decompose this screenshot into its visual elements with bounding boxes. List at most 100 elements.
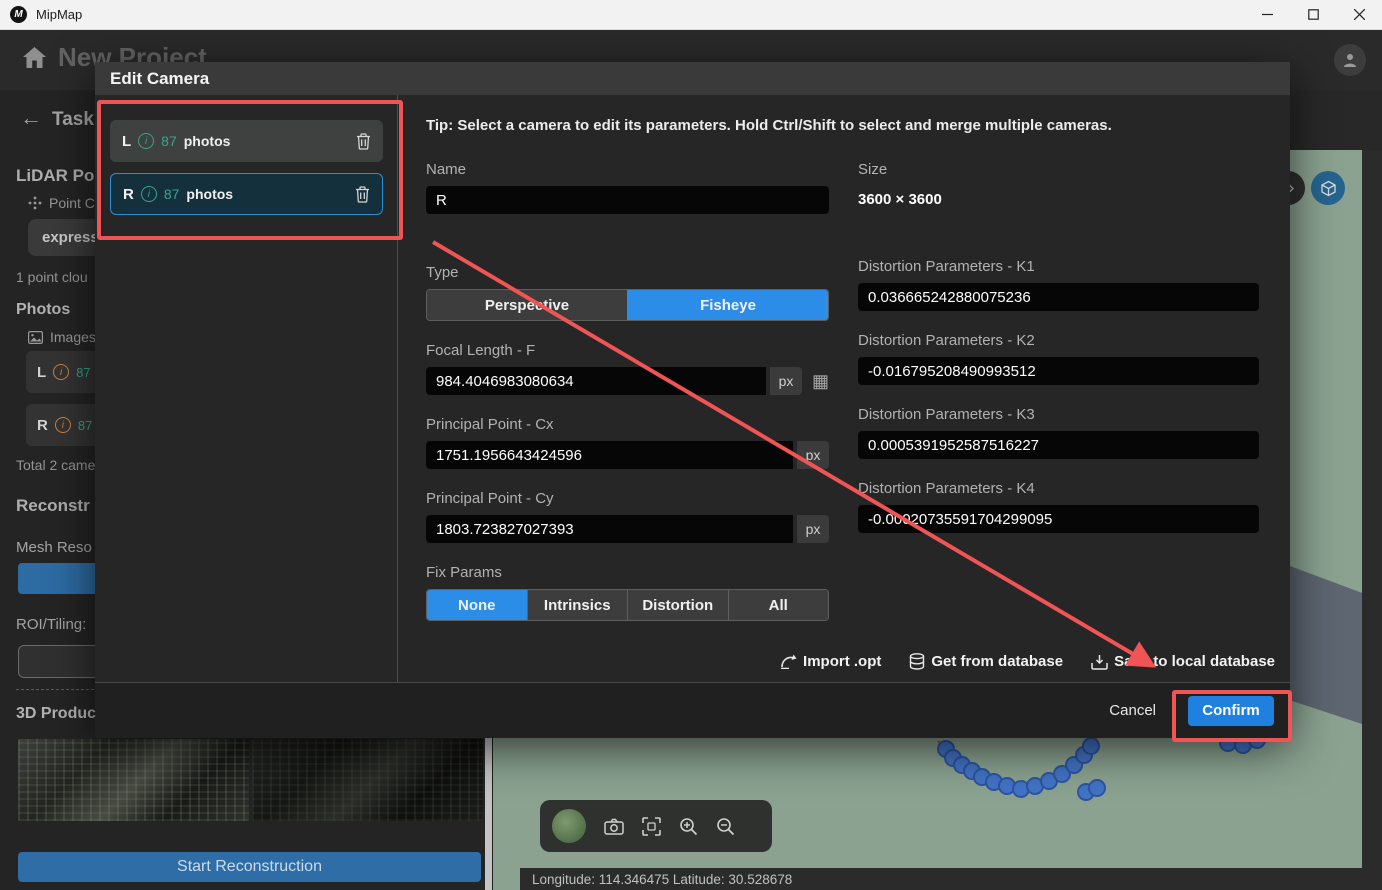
sidebar-task-title: Task bbox=[52, 109, 94, 131]
k2-input[interactable] bbox=[858, 357, 1259, 385]
back-arrow-icon[interactable]: ← bbox=[20, 105, 42, 131]
k1-label: Distortion Parameters - K1 bbox=[858, 258, 1259, 275]
total-cameras-label: Total 2 came bbox=[16, 457, 95, 473]
import-icon bbox=[780, 654, 797, 669]
lidar-section-heading: LiDAR Poi bbox=[16, 166, 99, 186]
calculator-icon[interactable]: ▦ bbox=[812, 371, 829, 392]
camera-list-item-r[interactable]: R i 87 photos bbox=[110, 173, 383, 215]
roi-tiling-label: ROI/Tiling: bbox=[16, 616, 86, 633]
camera-name: L bbox=[122, 133, 131, 150]
principal-cx-label: Principal Point - Cx bbox=[426, 416, 829, 433]
app-logo-icon: M bbox=[10, 6, 27, 23]
focal-length-input[interactable] bbox=[426, 367, 766, 395]
close-button[interactable] bbox=[1336, 0, 1382, 29]
mesh-resolution-label: Mesh Reso bbox=[16, 539, 92, 556]
camera-list-panel: L i 87 photos R i 87 photos bbox=[95, 95, 398, 682]
zoom-out-icon[interactable] bbox=[716, 817, 735, 836]
save-to-local-database-button[interactable]: Save to local database bbox=[1091, 653, 1275, 670]
photo-count: 87 bbox=[161, 133, 177, 149]
right-panel-strip bbox=[1362, 150, 1382, 890]
fix-params-label: Fix Params bbox=[426, 564, 829, 581]
user-avatar-icon[interactable] bbox=[1334, 44, 1366, 76]
camera-name: L bbox=[37, 364, 46, 381]
dialog-title: Edit Camera bbox=[110, 69, 209, 89]
map-building-footprint bbox=[1290, 566, 1362, 724]
type-option-perspective[interactable]: Perspective bbox=[427, 290, 627, 320]
info-icon: i bbox=[53, 364, 69, 380]
minimize-button[interactable] bbox=[1244, 0, 1290, 29]
point-cloud-icon bbox=[28, 196, 42, 210]
photo-count: 87 bbox=[78, 418, 92, 433]
maximize-button[interactable] bbox=[1290, 0, 1336, 29]
principal-cy-input[interactable] bbox=[426, 515, 793, 543]
fix-option-none[interactable]: None bbox=[427, 590, 527, 620]
k4-label: Distortion Parameters - K4 bbox=[858, 480, 1259, 497]
database-icon bbox=[909, 653, 925, 670]
sidebar-scrollbar[interactable] bbox=[485, 738, 492, 890]
confirm-button[interactable]: Confirm bbox=[1188, 696, 1274, 726]
fix-option-distortion[interactable]: Distortion bbox=[627, 590, 728, 620]
info-icon: i bbox=[55, 417, 71, 433]
map-status-bar: Longitude: 114.346475 Latitude: 30.52867… bbox=[520, 868, 1382, 890]
zoom-in-icon[interactable] bbox=[679, 817, 698, 836]
principal-cy-label: Principal Point - Cy bbox=[426, 490, 829, 507]
delete-camera-icon[interactable] bbox=[356, 133, 371, 150]
size-label: Size bbox=[858, 161, 1259, 178]
camera-list-item-l[interactable]: L i 87 photos bbox=[110, 120, 383, 162]
reconstruction-heading: Reconstr bbox=[16, 496, 90, 516]
name-input[interactable] bbox=[426, 186, 829, 214]
basemap-preview[interactable] bbox=[552, 809, 586, 843]
camera-name: R bbox=[123, 186, 134, 203]
info-icon: i bbox=[138, 133, 154, 149]
coordinates-readout: Longitude: 114.346475 Latitude: 30.52867… bbox=[532, 872, 792, 887]
database-actions-row: Import .opt Get from database Save to lo… bbox=[95, 653, 1275, 670]
start-reconstruction-button[interactable]: Start Reconstruction bbox=[18, 852, 481, 882]
px-unit: px bbox=[770, 367, 802, 395]
k1-input[interactable] bbox=[858, 283, 1259, 311]
delete-camera-icon[interactable] bbox=[355, 186, 370, 203]
app-title: MipMap bbox=[36, 7, 82, 22]
type-option-fisheye[interactable]: Fisheye bbox=[627, 290, 828, 320]
map-toolbar bbox=[540, 800, 772, 852]
point-cloud-count: 1 point clou bbox=[16, 269, 88, 285]
dialog-titlebar: Edit Camera bbox=[95, 62, 1290, 95]
get-from-database-button[interactable]: Get from database bbox=[909, 653, 1063, 670]
k3-input[interactable] bbox=[858, 431, 1259, 459]
type-label: Type bbox=[426, 264, 829, 281]
fix-option-all[interactable]: All bbox=[728, 590, 829, 620]
titlebar: M MipMap bbox=[0, 0, 1382, 30]
k4-input[interactable] bbox=[858, 505, 1259, 533]
photos-section-heading: Photos bbox=[16, 301, 70, 319]
home-icon[interactable] bbox=[22, 46, 47, 69]
point-cloud-item[interactable]: Point Cl bbox=[28, 195, 98, 211]
images-item[interactable]: Images bbox=[28, 329, 96, 345]
photo-count: 87 bbox=[164, 186, 180, 202]
save-to-local-database-label: Save to local database bbox=[1114, 653, 1275, 670]
cancel-button[interactable]: Cancel bbox=[1103, 701, 1162, 720]
import-opt-button[interactable]: Import .opt bbox=[780, 653, 881, 670]
dialog-footer: Cancel Confirm bbox=[95, 682, 1290, 738]
info-icon: i bbox=[141, 186, 157, 202]
photos-label: photos bbox=[184, 133, 231, 149]
fix-option-intrinsics[interactable]: Intrinsics bbox=[527, 590, 628, 620]
fix-params-segmented-control: None Intrinsics Distortion All bbox=[426, 589, 829, 621]
photo-count: 87 bbox=[76, 365, 90, 380]
product-thumbnail-mesh[interactable] bbox=[18, 739, 249, 821]
edit-camera-dialog: Edit Camera L i 87 photos R i 87 photos bbox=[95, 62, 1290, 738]
px-unit: px bbox=[797, 441, 829, 469]
focal-length-label: Focal Length - F bbox=[426, 342, 829, 359]
cube-icon bbox=[1320, 180, 1337, 197]
point-cloud-label: Point Cl bbox=[49, 195, 98, 211]
screenshot-camera-icon[interactable] bbox=[604, 818, 624, 835]
map-3d-view-button[interactable] bbox=[1311, 171, 1345, 205]
product-thumbnail-pointcloud[interactable] bbox=[252, 739, 483, 821]
px-unit: px bbox=[797, 515, 829, 543]
type-segmented-control: Perspective Fisheye bbox=[426, 289, 829, 321]
products-heading: 3D Produc bbox=[16, 705, 96, 723]
fit-view-icon[interactable] bbox=[642, 817, 661, 836]
save-icon bbox=[1091, 654, 1108, 670]
import-opt-label: Import .opt bbox=[803, 653, 881, 670]
k2-label: Distortion Parameters - K2 bbox=[858, 332, 1259, 349]
camera-form-panel: Tip: Select a camera to edit its paramet… bbox=[399, 95, 1290, 682]
principal-cx-input[interactable] bbox=[426, 441, 793, 469]
